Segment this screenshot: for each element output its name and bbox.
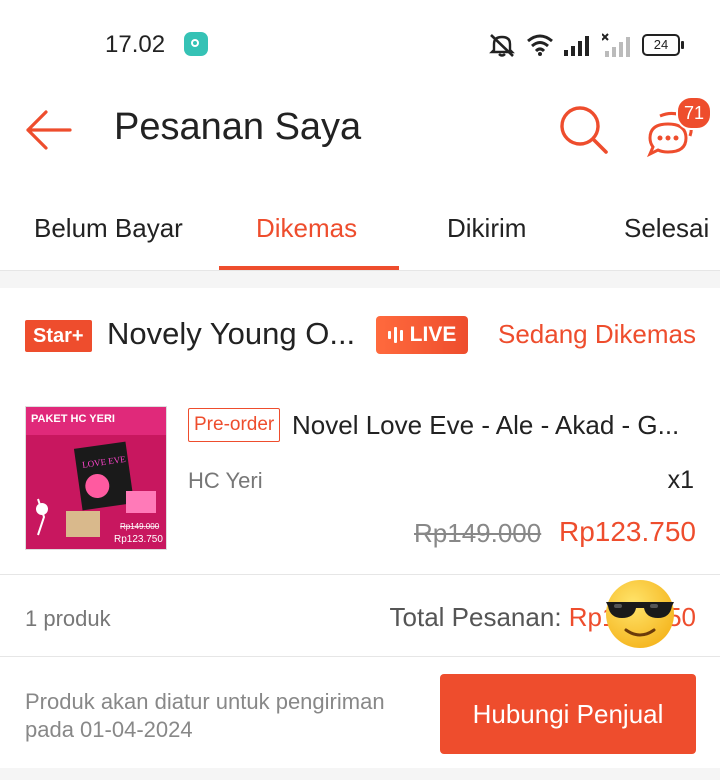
status-time: 17.02 — [105, 31, 166, 58]
status-icons: 24 — [488, 30, 684, 60]
star-plus-badge: Star+ — [25, 320, 92, 352]
order-tabs: Belum Bayar Dikemas Dikirim Selesai — [0, 180, 720, 271]
tab-dikemas[interactable]: Dikemas — [256, 180, 357, 270]
mute-icon — [489, 34, 515, 57]
app-notification-icon — [184, 32, 208, 56]
tab-belum-bayar[interactable]: Belum Bayar — [34, 180, 183, 270]
app-header: Pesanan Saya — [0, 88, 720, 180]
divider — [0, 574, 720, 575]
product-image[interactable]: PAKET HC YERI LOVE EVE Rp149.000 Rp123.7… — [25, 406, 167, 550]
active-tab-indicator — [219, 266, 399, 270]
product-cover-art: PAKET HC YERI LOVE EVE Rp149.000 Rp123.7… — [26, 407, 166, 549]
original-price: Rp149.000 — [414, 518, 542, 548]
back-arrow-icon[interactable] — [22, 108, 74, 152]
signal-empty-icon — [602, 33, 630, 57]
live-badge[interactable]: LIVE — [376, 316, 468, 354]
status-bar: 17.02 24 — [0, 0, 720, 88]
product-name[interactable]: Novel Love Eve - Ale - Akad - G... — [292, 410, 696, 441]
shop-name[interactable]: Novely Young O... — [107, 316, 357, 352]
page-title: Pesanan Saya — [114, 106, 362, 148]
order-card[interactable]: Star+ Novely Young O... LIVE Sedang Dike… — [0, 288, 720, 768]
product-quantity: x1 — [667, 466, 694, 494]
search-icon[interactable] — [558, 104, 610, 156]
wifi-icon — [527, 34, 553, 56]
image-title: PAKET HC YERI — [31, 413, 115, 425]
sunglasses-emoji-icon — [606, 580, 674, 648]
image-new-price: Rp123.750 — [114, 534, 163, 545]
shipping-note: Produk akan diatur untuk pengiriman pada… — [25, 689, 385, 742]
preorder-tag: Pre-order — [188, 408, 281, 442]
order-status: Sedang Dikemas — [498, 319, 696, 349]
tab-selesai[interactable]: Selesai — [624, 180, 709, 270]
signal-icon — [564, 36, 589, 56]
product-price: Rp123.750 — [558, 516, 696, 547]
divider — [0, 656, 720, 657]
image-old-price: Rp149.000 — [120, 522, 160, 531]
live-bars-icon — [387, 327, 403, 343]
order-total-label: Total Pesanan: — [389, 602, 569, 632]
product-count: 1 produk — [25, 606, 111, 631]
chat-unread-badge: 71 — [676, 96, 712, 130]
tab-dikirim[interactable]: Dikirim — [447, 180, 526, 270]
battery-icon: 24 — [642, 34, 684, 56]
live-label: LIVE — [409, 323, 457, 346]
contact-seller-button[interactable]: Hubungi Penjual — [440, 674, 696, 754]
product-variant: HC Yeri — [188, 468, 263, 493]
